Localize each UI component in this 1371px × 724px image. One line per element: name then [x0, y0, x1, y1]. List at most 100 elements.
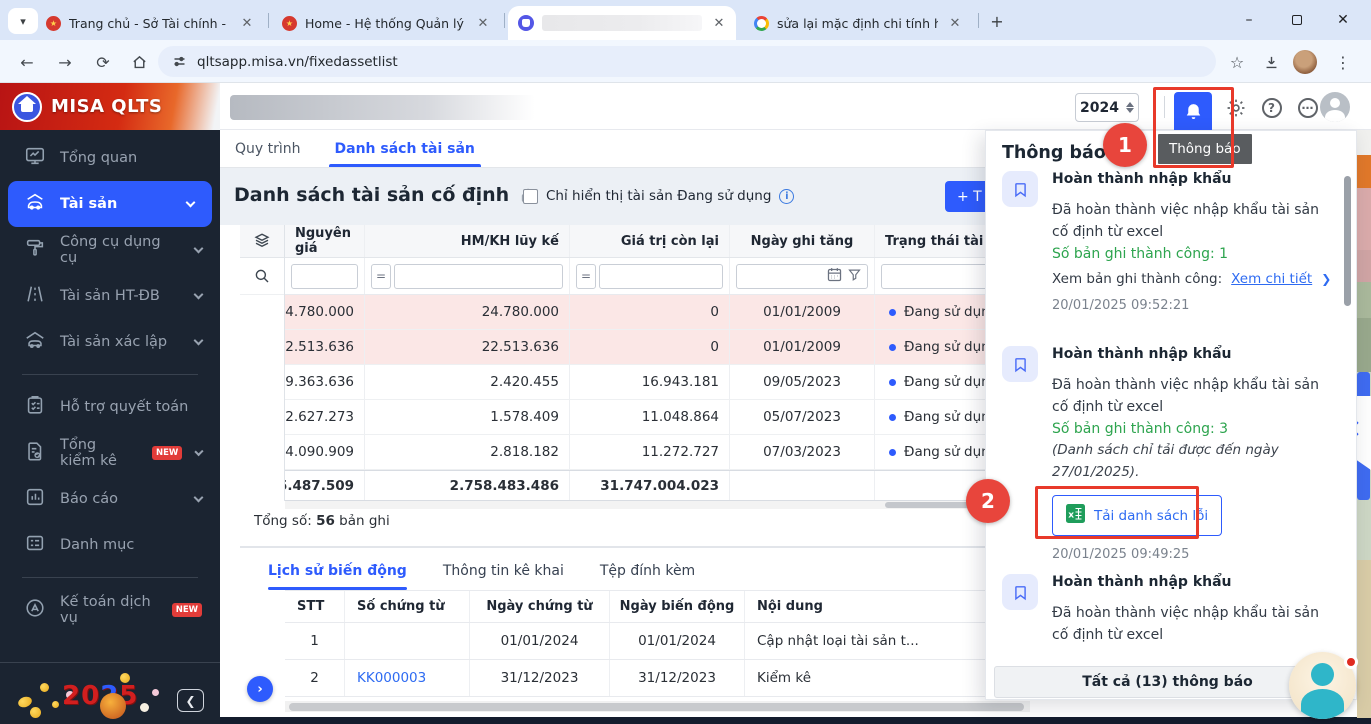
- sidebar-item-label: Tổng quan: [60, 150, 137, 166]
- tab-close-icon[interactable]: ✕: [710, 14, 728, 32]
- status-dot-icon: [889, 414, 896, 421]
- sidebar-item-tong-kiem-ke[interactable]: Tổng kiểm kêNEW: [0, 430, 220, 476]
- sidebar-collapse-button[interactable]: ❮: [177, 689, 204, 712]
- sidebar-item-tai-san[interactable]: Tài sản: [8, 181, 212, 227]
- misa-logo-icon: [12, 92, 42, 122]
- column-header[interactable]: HM/KH lũy kế: [365, 225, 570, 257]
- history-column-header[interactable]: Số chứng từ: [345, 591, 470, 622]
- sidebar-item-ke-toan-dich-vu[interactable]: Kế toán dịch vụ NEW: [0, 587, 220, 633]
- new-tab-button[interactable]: +: [986, 10, 1008, 32]
- browser-tab-2[interactable]: ★Home - Hệ thống Quản lý Văn b✕: [272, 7, 500, 40]
- history-cell-chungtu: [345, 623, 470, 659]
- view-details-link[interactable]: Xem chi tiết: [1231, 271, 1312, 287]
- link-prefix: Xem bản ghi thành công:: [1052, 271, 1222, 287]
- history-cell-chungtu[interactable]: KK000003: [345, 660, 470, 696]
- sidebar-item-tai-san-ht-db[interactable]: Tài sản HT-ĐB: [0, 273, 220, 319]
- asset-cell: 22.513.636: [285, 330, 365, 364]
- sidebar-item-cong-cu-dung-cu[interactable]: Công cụ dụng cụ: [0, 227, 220, 273]
- browser-menu-icon[interactable]: ⋮: [1330, 49, 1356, 75]
- filter-funnel-icon[interactable]: [847, 267, 862, 286]
- in-use-checkbox[interactable]: [523, 189, 538, 204]
- filter-input[interactable]: [736, 264, 868, 289]
- history-column-header[interactable]: Ngày biến động: [610, 591, 745, 622]
- clipboard-icon: [24, 394, 46, 420]
- site-settings-icon[interactable]: [172, 54, 187, 69]
- asset-cell: 14.090.909: [285, 435, 365, 469]
- main-tab-1[interactable]: Quy trình: [235, 130, 301, 167]
- asset-cell: 0: [570, 330, 730, 364]
- tab-close-icon[interactable]: ✕: [474, 15, 492, 33]
- window-maximize-button[interactable]: [1280, 6, 1314, 34]
- forward-icon[interactable]: →: [52, 49, 78, 75]
- detail-tab-3[interactable]: Tệp đính kèm: [600, 552, 695, 590]
- asset-cell: 12.627.273: [285, 400, 365, 434]
- sidebar-item-tong-quan[interactable]: Tổng quan: [0, 135, 220, 181]
- notification-item[interactable]: Hoàn thành nhập khẩuĐã hoàn thành việc n…: [1002, 574, 1332, 646]
- user-avatar[interactable]: [1320, 92, 1350, 122]
- reload-icon[interactable]: ⟳: [90, 49, 116, 75]
- main-tab-label: Danh sách tài sản: [335, 141, 475, 157]
- tab-close-icon[interactable]: ✕: [238, 15, 256, 33]
- history-column-header[interactable]: STT: [285, 591, 345, 622]
- tools-icon: [24, 237, 46, 263]
- column-header[interactable]: Giá trị còn lại: [570, 225, 730, 257]
- main-tab-2[interactable]: Danh sách tài sản: [335, 130, 475, 167]
- year-stepper-icon[interactable]: [1126, 102, 1134, 113]
- back-icon[interactable]: ←: [14, 49, 40, 75]
- window-close-button[interactable]: ✕: [1326, 6, 1360, 34]
- sidebar-item-tai-san-xac-lap[interactable]: Tài sản xác lập: [0, 319, 220, 365]
- sidebar-item-danh-muc[interactable]: Danh mục: [0, 522, 220, 568]
- window-minimize-button[interactable]: –: [1232, 6, 1266, 34]
- column-header[interactable]: Ngày ghi tăng: [730, 225, 875, 257]
- status-dot-icon: [889, 379, 896, 386]
- fiscal-year-selector[interactable]: 2024: [1075, 93, 1139, 122]
- history-column-header[interactable]: Nội dung: [745, 591, 1010, 622]
- history-hscrollbar-thumb[interactable]: [289, 703, 1024, 711]
- calendar-icon[interactable]: [826, 266, 843, 287]
- tab-title: sửa lại mặc định chi tính hao m: [777, 16, 938, 31]
- table-search-icon[interactable]: [240, 258, 284, 295]
- filter-input[interactable]: [394, 264, 563, 289]
- browser-tab-4[interactable]: sửa lại mặc định chi tính hao m ✕: [744, 7, 972, 40]
- document-link[interactable]: KK000003: [357, 670, 426, 686]
- tab-close-icon[interactable]: ✕: [946, 15, 964, 33]
- help-icon[interactable]: ?: [1258, 94, 1285, 121]
- new-badge: NEW: [152, 446, 182, 460]
- history-table-hscrollbar[interactable]: [285, 701, 1030, 712]
- bookmark-star-icon[interactable]: ☆: [1224, 49, 1250, 75]
- more-options-icon[interactable]: ⋯: [1294, 94, 1321, 121]
- page-title-text: Danh sách tài sản cố định: [234, 184, 509, 206]
- history-column-header[interactable]: Ngày chứng từ: [470, 591, 610, 622]
- bookmark-icon: [1002, 346, 1038, 382]
- home-icon[interactable]: [126, 49, 152, 75]
- sidebar-item-label: Tài sản HT-ĐB: [60, 288, 160, 304]
- info-icon[interactable]: i: [779, 189, 794, 204]
- download-icon[interactable]: [1258, 49, 1284, 75]
- filter-input[interactable]: [599, 264, 723, 289]
- detail-tab-1[interactable]: Lịch sử biến động: [268, 552, 407, 590]
- notification-scrollbar-thumb[interactable]: [1344, 176, 1351, 306]
- sidebar-item-label: Kế toán dịch vụ: [60, 594, 152, 626]
- profile-avatar[interactable]: [1292, 49, 1318, 75]
- column-settings-icon[interactable]: [240, 225, 284, 258]
- browser-tab-1[interactable]: ★Trang chủ - Sở Tài chính - Cổng✕: [36, 7, 264, 40]
- filter-cell: =: [570, 258, 730, 294]
- tab-search-caret-icon[interactable]: ▾: [8, 8, 38, 34]
- notification-item[interactable]: Hoàn thành nhập khẩuĐã hoàn thành việc n…: [1002, 171, 1332, 313]
- history-cell-date: 31/12/2023: [470, 660, 610, 696]
- browser-tab-3[interactable]: ✕: [508, 6, 736, 40]
- equals-operator[interactable]: =: [371, 264, 391, 289]
- sidebar-item-bao-cao[interactable]: Báo cáo: [0, 476, 220, 522]
- detail-tab-2[interactable]: Thông tin kê khai: [443, 552, 564, 590]
- app-logo[interactable]: MISA QLTS: [0, 83, 220, 130]
- sidebar-item-ho-tro-quyet-toan[interactable]: Hỗ trợ quyết toán: [0, 384, 220, 430]
- tab-title-redacted: [542, 15, 702, 31]
- history-cell-date: 01/01/2024: [470, 623, 610, 659]
- column-header[interactable]: Nguyên giá: [285, 225, 365, 257]
- notification-body: Đã hoàn thành việc nhập khẩu tài sản cố …: [1052, 602, 1320, 646]
- new-badge: NEW: [172, 603, 202, 617]
- url-bar[interactable]: qltsapp.misa.vn/fixedassetlist: [158, 46, 1216, 77]
- expand-panel-button[interactable]: ›: [247, 676, 273, 702]
- equals-operator[interactable]: =: [576, 264, 596, 289]
- filter-input[interactable]: [291, 264, 358, 289]
